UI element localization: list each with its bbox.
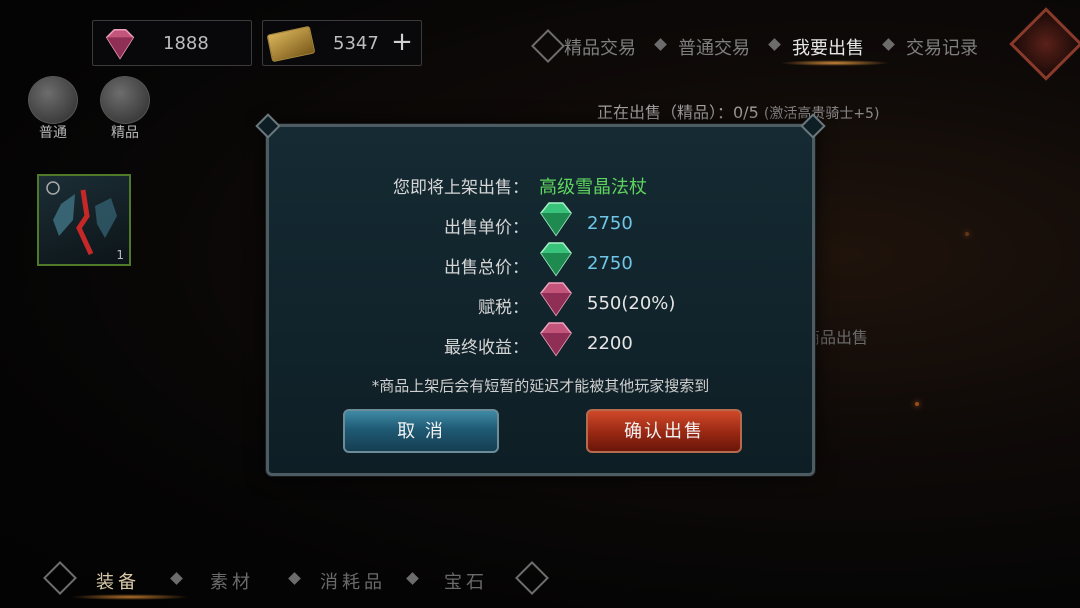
ember-particle	[915, 402, 919, 406]
filter-premium-label: 精品	[111, 125, 139, 141]
item-label: 您即将上架出售：	[393, 178, 529, 198]
red-gem-icon	[540, 322, 572, 357]
add-currency-button[interactable]: +	[389, 29, 415, 57]
tab-materials[interactable]: 素材	[210, 568, 254, 594]
item-count: 1	[116, 248, 124, 262]
confirm-sale-dialog: 您即将上架出售： 高级雪晶法杖 出售单价： 2750 出售总价： 2750 赋税…	[266, 124, 815, 476]
selling-status: 正在出售（精品）：0/5 (激活高贵骑士+5)	[597, 99, 879, 123]
unit-price-label: 出售单价：	[444, 218, 529, 238]
filter-normal[interactable]: 普通	[26, 76, 80, 142]
item-name: 高级雪晶法杖	[539, 177, 647, 198]
tab-sell[interactable]: 我要出售	[792, 34, 864, 60]
tab-separator	[654, 38, 667, 51]
tab-left-ornament	[531, 29, 565, 63]
total-price-row: 出售总价：	[329, 247, 529, 281]
tab-trade-history[interactable]: 交易记录	[906, 34, 978, 60]
gold-ticket-icon	[266, 25, 316, 63]
inventory-item-slot[interactable]: 1	[37, 174, 131, 266]
selling-bonus-note: (激活高贵骑士+5)	[763, 106, 880, 122]
ticket-currency: 5347 +	[262, 20, 422, 66]
unit-price-value: 2750	[587, 213, 633, 234]
confirm-sale-button[interactable]: 确认出售	[586, 409, 742, 453]
red-gem-currency: 1888	[92, 20, 252, 66]
filter-normal-label: 普通	[39, 125, 67, 141]
listing-delay-note: *商品上架后会有短暂的延迟才能被其他玩家搜索到	[371, 377, 710, 395]
green-gem-icon	[540, 202, 572, 237]
hands-sparkle-icon	[100, 76, 150, 124]
red-gem-icon	[105, 29, 135, 60]
final-row: 最终收益：	[329, 327, 529, 361]
tab-separator	[406, 572, 419, 585]
tab-normal-trade[interactable]: 普通交易	[678, 34, 750, 60]
total-price-label: 出售总价：	[444, 258, 529, 278]
unit-price-row: 出售单价：	[329, 207, 529, 241]
category-tabs: 装备 素材 消耗品 宝石	[40, 560, 560, 600]
green-gem-icon	[540, 242, 572, 277]
tax-value: 550(20%)	[587, 293, 676, 314]
tab-equipment[interactable]: 装备	[96, 568, 140, 594]
final-label: 最终收益：	[444, 338, 529, 358]
active-category-glow	[70, 594, 190, 600]
tab-gems[interactable]: 宝石	[444, 568, 488, 594]
tab-separator	[768, 38, 781, 51]
red-gem-amount: 1888	[163, 33, 209, 54]
final-value: 2200	[587, 333, 633, 354]
tab-separator	[882, 38, 895, 51]
tab-separator	[170, 572, 183, 585]
trade-tabs: 精品交易 普通交易 我要出售 交易记录	[530, 26, 1075, 68]
red-gem-icon	[540, 282, 572, 317]
total-price-value: 2750	[587, 253, 633, 274]
helmet-icon	[28, 76, 78, 124]
tab-premium-trade[interactable]: 精品交易	[564, 34, 636, 60]
tab-separator	[288, 572, 301, 585]
bottom-left-ornament	[43, 561, 77, 595]
ticket-amount: 5347	[333, 33, 379, 54]
ember-particle	[965, 232, 969, 236]
item-row: 您即将上架出售：	[329, 167, 529, 201]
bottom-right-ornament	[515, 561, 549, 595]
active-tab-glow	[780, 60, 890, 66]
tax-label: 赋税：	[478, 298, 529, 318]
tab-consumables[interactable]: 消耗品	[320, 568, 386, 594]
filter-premium[interactable]: 精品	[98, 76, 152, 142]
tax-row: 赋税：	[329, 287, 529, 321]
cancel-button[interactable]: 取 消	[343, 409, 499, 453]
selling-count: 正在出售（精品）：0/5	[597, 103, 759, 122]
